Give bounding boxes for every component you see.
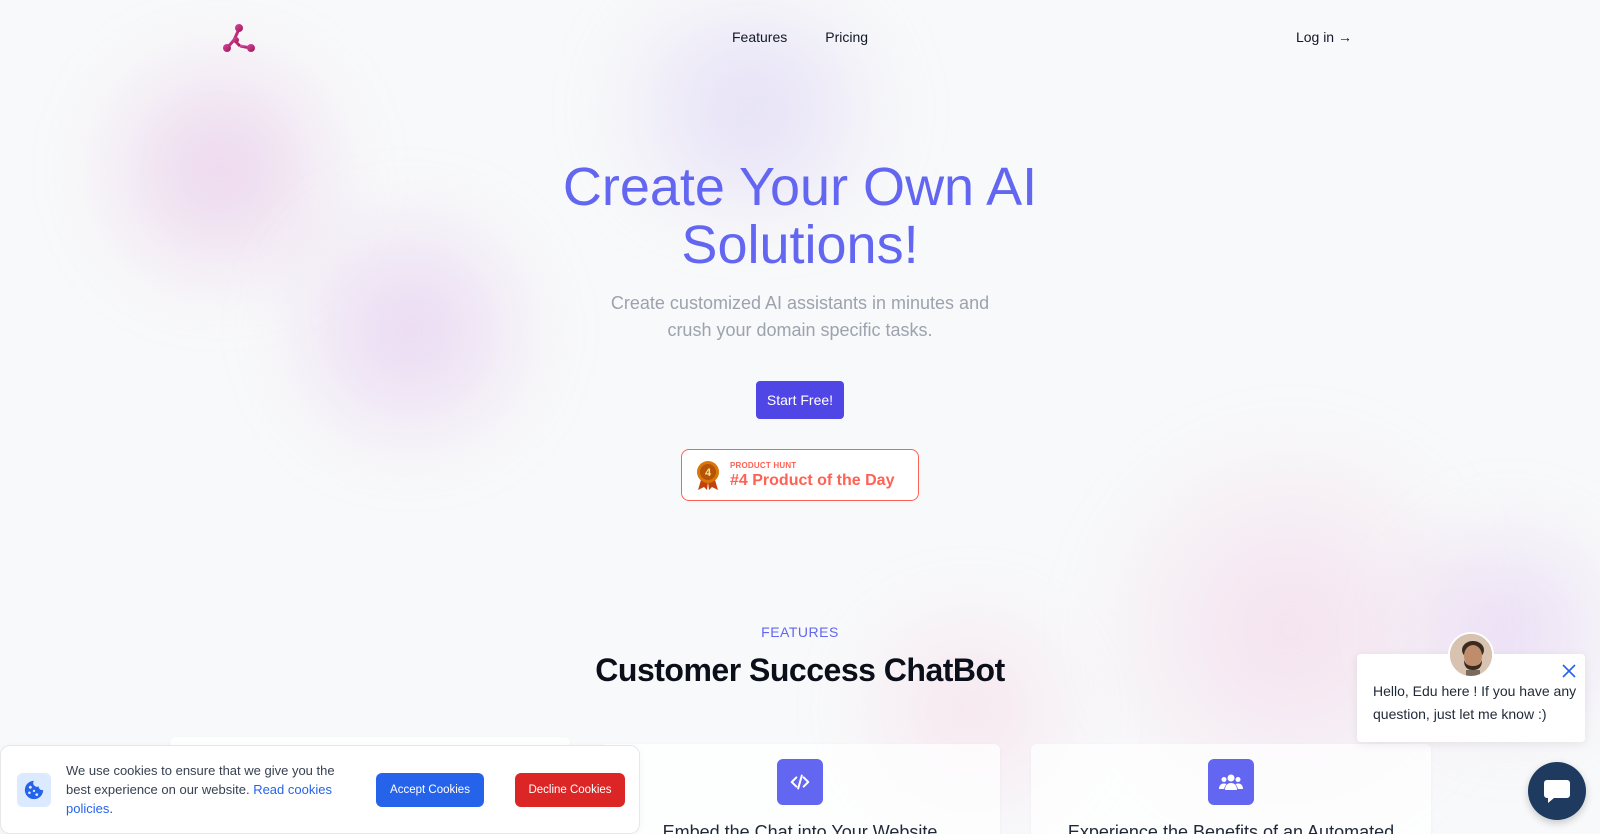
chat-message: Hello, Edu here ! If you have any questi… xyxy=(1373,683,1577,722)
features-title: Customer Success ChatBot xyxy=(595,652,1005,688)
accept-cookies-button[interactable]: Accept Cookies xyxy=(376,773,484,807)
cookie-message: We use cookies to ensure that we give yo… xyxy=(66,761,356,818)
badge-text: PRODUCT HUNT #4 Product of the Day xyxy=(730,461,894,490)
hero-title-line2: Solutions! xyxy=(681,215,919,275)
nav-link-features[interactable]: Features xyxy=(732,29,787,45)
login-link[interactable]: Log in → xyxy=(1296,29,1352,45)
badge-label: PRODUCT HUNT xyxy=(730,460,797,470)
feature-card-embed: Embed the Chat into Your Website xyxy=(600,744,1000,834)
product-hunt-badge[interactable]: 4 PRODUCT HUNT #4 Product of the Day xyxy=(681,449,919,501)
chat-agent-avatar xyxy=(1448,632,1494,678)
close-icon[interactable] xyxy=(1560,662,1578,680)
logo-icon[interactable] xyxy=(222,22,256,54)
bg-gradient-blob xyxy=(60,40,380,300)
hero-subtitle: Create customized AI assistants in minut… xyxy=(610,293,990,340)
decline-cookies-button[interactable]: Decline Cookies xyxy=(515,773,625,807)
feature-card-title: Experience the Benefits of an Automated xyxy=(1067,822,1395,834)
users-icon xyxy=(1208,759,1254,805)
badge-title: #4 Product of the Day xyxy=(730,471,895,489)
start-free-button[interactable]: Start Free! xyxy=(756,381,844,419)
cookie-icon xyxy=(17,773,51,807)
medal-icon: 4 xyxy=(697,461,719,490)
nav-link-pricing[interactable]: Pricing xyxy=(825,29,868,45)
chat-launcher-button[interactable] xyxy=(1528,762,1586,820)
hero-title: Create Your Own AI Solutions! xyxy=(500,158,1100,274)
main-nav: Features Pricing xyxy=(732,29,868,45)
hero-title-line1: Create Your Own AI xyxy=(562,157,1038,217)
feature-card-title: Embed the Chat into Your Website xyxy=(662,822,938,834)
feature-card-automated: Experience the Benefits of an Automated xyxy=(1031,744,1431,834)
cookie-banner: We use cookies to ensure that we give yo… xyxy=(0,745,640,834)
medal-number: 4 xyxy=(705,467,712,479)
features-label: FEATURES xyxy=(761,624,839,640)
chat-bubble-icon xyxy=(1544,780,1570,803)
code-icon xyxy=(777,759,823,805)
cookie-period: . xyxy=(109,801,113,816)
